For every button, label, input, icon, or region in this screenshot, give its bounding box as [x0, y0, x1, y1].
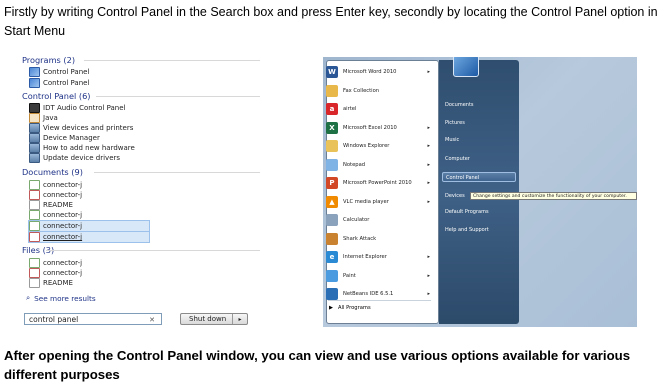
- start-app-item[interactable]: Windows Explorer ▸: [326, 137, 433, 155]
- triangle-right-icon: ▶: [329, 305, 333, 311]
- excel-icon: X: [326, 121, 338, 134]
- start-menu: W Microsoft Word 2010 ▸ Fax Collection a airt…: [323, 57, 637, 327]
- airtel-icon: a: [326, 103, 338, 115]
- chevron-right-icon[interactable]: ▸: [427, 254, 430, 260]
- control-panel-header[interactable]: Control Panel (6): [22, 91, 266, 102]
- start-app-item[interactable]: e Internet Explorer ▸: [326, 248, 433, 266]
- explorer-icon: [326, 140, 338, 152]
- calculator-icon: [326, 214, 338, 226]
- document-item[interactable]: README: [29, 200, 73, 210]
- document-item[interactable]: connector-j: [29, 180, 82, 190]
- start-app-item[interactable]: Notepad ▸: [326, 156, 433, 174]
- audio-icon: [29, 103, 40, 113]
- programs-header[interactable]: Programs (2): [22, 55, 266, 66]
- search-results-panel: Programs (2) Control Panel Control Panel…: [20, 55, 270, 327]
- result-view-devices[interactable]: View devices and printers: [29, 123, 133, 133]
- clear-icon[interactable]: ✕: [149, 314, 155, 326]
- document-icon: [29, 180, 40, 190]
- powerpoint-icon: P: [326, 177, 338, 189]
- result-idt-audio[interactable]: IDT Audio Control Panel: [29, 103, 126, 113]
- rp-control-panel[interactable]: Control Panel: [442, 172, 516, 182]
- result-add-hardware[interactable]: How to add new hardware: [29, 143, 135, 153]
- outro-paragraph: After opening the Control Panel window, …: [4, 348, 631, 382]
- search-icon: ⌕: [26, 293, 31, 302]
- notepad-icon: [326, 158, 338, 171]
- chevron-right-icon[interactable]: ▸: [427, 125, 430, 131]
- start-app-item[interactable]: Paint ▸: [326, 267, 433, 285]
- start-app-item[interactable]: Fax Collection: [326, 82, 433, 100]
- start-app-item[interactable]: Shark Attack: [326, 230, 433, 248]
- file-icon: [29, 278, 40, 288]
- folder-icon: [326, 84, 338, 97]
- rp-devices[interactable]: Devices: [445, 193, 465, 199]
- documents-header[interactable]: Documents (9): [22, 167, 266, 178]
- chevron-right-icon[interactable]: ▸: [427, 273, 430, 279]
- vlc-icon: ▲: [326, 195, 338, 208]
- intro-paragraph: Firstly by writing Control Panel in the …: [4, 5, 658, 38]
- files-header[interactable]: Files (3): [22, 245, 266, 256]
- rp-help-support[interactable]: Help and Support: [445, 227, 489, 233]
- search-input[interactable]: control panel ✕: [24, 313, 162, 325]
- control-panel-icon: [29, 67, 40, 77]
- result-control-panel[interactable]: Control Panel: [29, 67, 89, 77]
- file-item[interactable]: README: [29, 278, 73, 288]
- document-icon: [29, 200, 40, 210]
- devices-icon: [29, 123, 40, 133]
- file-item[interactable]: connector-j: [29, 268, 82, 278]
- shutdown-button[interactable]: Shut down ▸: [180, 313, 248, 325]
- see-more-results-link[interactable]: ⌕ See more results: [26, 293, 96, 303]
- start-app-item[interactable]: W Microsoft Word 2010 ▸: [326, 63, 433, 81]
- chevron-right-icon[interactable]: ▸: [427, 143, 430, 149]
- hardware-icon: [29, 143, 40, 153]
- result-java[interactable]: Java: [29, 113, 58, 123]
- file-item[interactable]: connector-j: [29, 258, 82, 268]
- shutdown-arrow-icon[interactable]: ▸: [232, 314, 247, 324]
- document-item[interactable]: connector-j: [29, 190, 82, 200]
- rp-default-programs[interactable]: Default Programs: [445, 209, 489, 215]
- rp-computer[interactable]: Computer: [445, 156, 470, 162]
- device-manager-icon: [29, 133, 40, 143]
- chevron-right-icon[interactable]: ▸: [427, 291, 430, 297]
- document-icon: [29, 221, 40, 231]
- document-icon: [29, 210, 40, 220]
- control-panel-tooltip: Change settings and customize the functi…: [470, 192, 637, 200]
- driver-icon: [29, 153, 40, 163]
- file-icon: [29, 258, 40, 268]
- file-icon: [29, 268, 40, 278]
- document-icon: [29, 190, 40, 200]
- divider: [328, 300, 431, 301]
- result-update-drivers[interactable]: Update device drivers: [29, 153, 120, 163]
- rp-documents[interactable]: Documents: [445, 102, 474, 108]
- chevron-right-icon[interactable]: ▸: [427, 69, 430, 75]
- start-app-item[interactable]: ▲ VLC media player ▸: [326, 193, 433, 211]
- result-control-panel[interactable]: Control Panel: [29, 78, 89, 88]
- rp-pictures[interactable]: Pictures: [445, 120, 465, 126]
- document-item[interactable]: connector-j: [28, 231, 150, 243]
- ie-icon: e: [326, 251, 338, 263]
- all-programs-button[interactable]: ▶ All Programs: [329, 305, 371, 311]
- chevron-right-icon[interactable]: ▸: [427, 162, 430, 168]
- result-device-manager[interactable]: Device Manager: [29, 133, 100, 143]
- netbeans-icon: [326, 288, 338, 300]
- start-app-item[interactable]: a airtel: [326, 100, 433, 118]
- rp-music[interactable]: Music: [445, 137, 459, 143]
- paint-icon: [326, 269, 338, 282]
- start-app-item[interactable]: P Microsoft PowerPoint 2010 ▸: [326, 174, 433, 192]
- start-app-item[interactable]: Calculator: [326, 211, 433, 229]
- document-icon: [29, 232, 40, 242]
- chevron-right-icon[interactable]: ▸: [427, 180, 430, 186]
- word-icon: W: [326, 66, 338, 78]
- control-panel-icon: [29, 78, 40, 88]
- chevron-right-icon[interactable]: ▸: [427, 199, 430, 205]
- document-item[interactable]: connector-j: [29, 210, 82, 220]
- java-icon: [29, 113, 40, 123]
- start-app-item[interactable]: X Microsoft Excel 2010 ▸: [326, 119, 433, 137]
- user-picture-icon[interactable]: [453, 57, 479, 77]
- shark-icon: [326, 232, 338, 245]
